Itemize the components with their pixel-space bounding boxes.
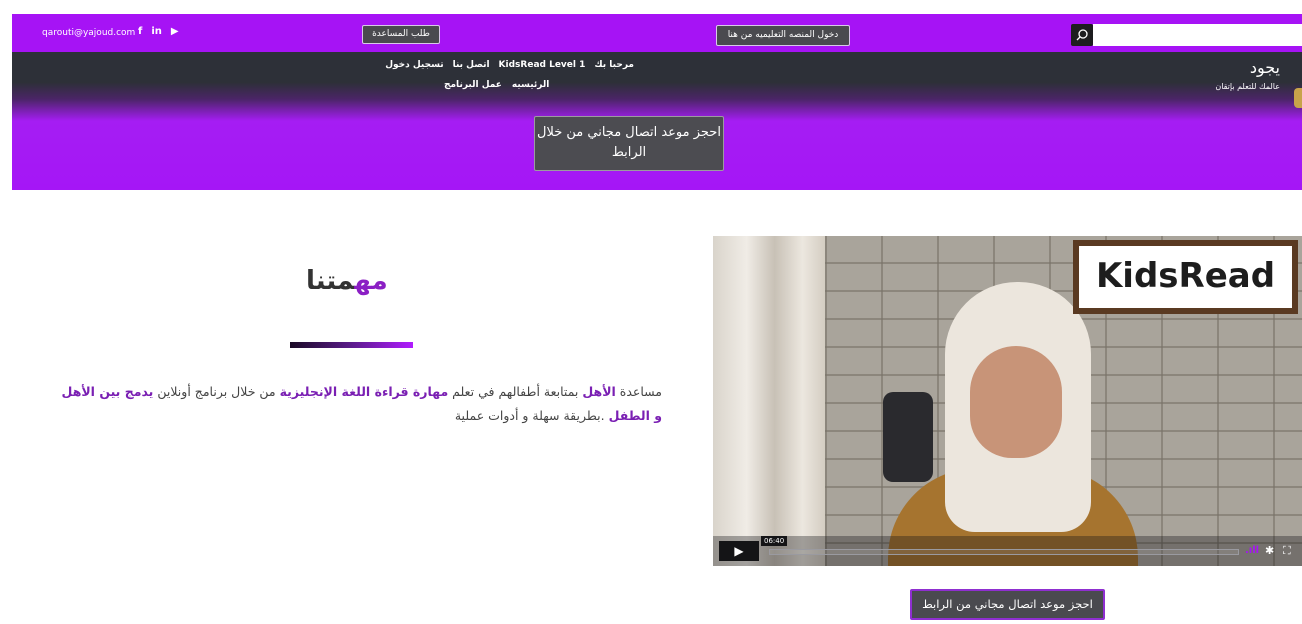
mission-text-part: بمتابعة أطفالهم في تعلم [448, 384, 583, 399]
gear-icon[interactable]: ✱ [1265, 544, 1274, 557]
main-nav: يجود عالمك للتعلم بإتقان مرحبا بك KidsRe… [12, 52, 1302, 190]
video-time: 06:40 [761, 536, 788, 546]
nav-item-contact[interactable]: اتصل بنا [453, 60, 490, 70]
nav-item-welcome[interactable]: مرحبا بك [594, 60, 634, 70]
video-curtain [713, 236, 825, 566]
social-links: f in ▶ [138, 26, 179, 38]
facebook-icon[interactable]: f [138, 26, 142, 38]
volume-icon[interactable]: .ıll [1245, 545, 1259, 556]
search-input[interactable] [1093, 24, 1302, 46]
youtube-icon[interactable]: ▶ [171, 26, 179, 38]
video-chair [883, 392, 933, 482]
video-player[interactable]: KidsRead ▶ 06:40 .ıll ✱ ⛶ [713, 236, 1302, 566]
mission-text: مساعدة الأهل بمتابعة أطفالهم في تعلم مها… [52, 380, 662, 428]
top-bar: qarouti@yajoud.com f in ▶ طلب المساعدة د… [12, 14, 1302, 52]
mission-text-emphasis: الأهل [582, 384, 616, 399]
browser-frame: qarouti@yajoud.com f in ▶ طلب المساعدة د… [0, 0, 1302, 624]
search-icon [1076, 29, 1088, 41]
brand-subtitle: عالمك للتعلم بإتقان [1215, 82, 1280, 91]
mission-text-part: مساعدة [615, 384, 662, 399]
mission-text-emphasis: مهارة قراءة اللغة الإنجليزية [279, 384, 449, 399]
video-person-face [970, 346, 1062, 458]
logo-mark [1294, 88, 1302, 108]
nav-item-home[interactable]: الرئيسيه [512, 80, 549, 90]
fullscreen-icon[interactable]: ⛶ [1283, 544, 1291, 558]
nav-row-2: الرئيسيه عمل البرنامج [444, 80, 549, 90]
mission-title-rest: متنا [306, 266, 355, 296]
bottom-booking-button[interactable]: احجز موعد اتصال مجاني من الرابط [910, 589, 1105, 620]
nav-item-login[interactable]: تسجيل دخول [385, 60, 443, 70]
page: qarouti@yajoud.com f in ▶ طلب المساعدة د… [12, 14, 1302, 624]
search-button[interactable] [1071, 24, 1093, 46]
nav-row-1: مرحبا بك KidsRead Level 1 اتصل بنا تسجيل… [384, 60, 634, 70]
video-progress-track[interactable] [769, 549, 1239, 555]
mission-title-accent: مه [354, 266, 388, 296]
linkedin-icon[interactable]: in [151, 26, 162, 38]
help-request-button[interactable]: طلب المساعدة [362, 25, 440, 44]
play-button[interactable]: ▶ [719, 541, 759, 561]
platform-login-button[interactable]: دخول المنصه التعليميه من هنا [716, 25, 850, 46]
mission-divider [290, 342, 413, 348]
mission-text-part: .بطريقة سهلة و أدوات عملية [454, 408, 609, 423]
hero-booking-button[interactable]: احجز موعد اتصال مجاني من خلال الرابط [534, 116, 724, 171]
mission-text-part: من خلال برنامج أونلاين [153, 384, 280, 399]
nav-item-kidsread-level-1[interactable]: KidsRead Level 1 [499, 60, 586, 70]
play-icon: ▶ [734, 544, 744, 558]
brand-title[interactable]: يجود [1250, 58, 1280, 77]
mission-title: مهمتنا [306, 266, 388, 296]
kidsread-sign: KidsRead [1073, 240, 1298, 314]
contact-email[interactable]: qarouti@yajoud.com [42, 28, 135, 38]
video-controls: ▶ 06:40 .ıll ✱ ⛶ [713, 536, 1302, 566]
nav-item-program[interactable]: عمل البرنامج [444, 80, 502, 90]
